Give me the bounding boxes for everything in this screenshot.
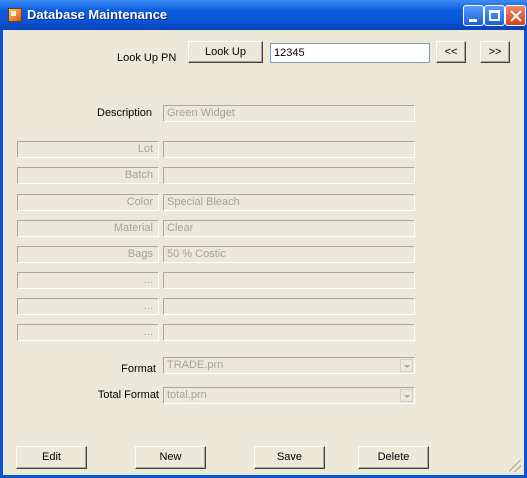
window-title: Database Maintenance xyxy=(27,7,168,22)
delete-button-label: Delete xyxy=(377,451,410,463)
save-button[interactable]: Save xyxy=(254,446,325,469)
delete-button[interactable]: Delete xyxy=(358,446,429,469)
color-field[interactable]: Special Bleach xyxy=(163,194,415,211)
lookup-pn-input[interactable]: 12345 xyxy=(270,43,430,63)
lookup-pn-label: Look Up PN xyxy=(117,52,177,64)
attribute-label-box: Material xyxy=(17,220,159,237)
bags-field[interactable]: 50 % Costic xyxy=(163,246,415,263)
format-label: Format xyxy=(121,363,156,375)
lookup-button[interactable]: Look Up xyxy=(188,41,263,63)
attribute-label-box: ... xyxy=(17,272,159,289)
total-format-dropdown[interactable]: total.prn xyxy=(163,387,415,404)
total-format-label: Total Format xyxy=(97,389,159,401)
attribute-label-box: Lot xyxy=(17,141,159,158)
save-button-label: Save xyxy=(276,451,303,463)
attribute-label-box: Bags xyxy=(17,246,159,263)
attribute-label-box: Batch xyxy=(17,167,159,184)
format-dropdown[interactable]: TRADE.prn xyxy=(163,357,415,374)
lot-field[interactable] xyxy=(163,141,415,158)
chevron-down-icon[interactable] xyxy=(400,359,413,372)
batch-field[interactable] xyxy=(163,167,415,184)
lookup-button-label: Look Up xyxy=(205,46,246,58)
next-record-button[interactable]: >> xyxy=(480,41,510,63)
format-value: TRADE.prn xyxy=(167,359,224,371)
edit-button-label: Edit xyxy=(42,451,61,463)
chevron-down-icon[interactable] xyxy=(400,389,413,402)
title-bar[interactable]: Database Maintenance xyxy=(0,0,527,30)
attribute-label-box: ... xyxy=(17,324,159,341)
attribute-label-box: ... xyxy=(17,298,159,315)
attribute-label-box: Color xyxy=(17,194,159,211)
window: Database Maintenance Look Up PN Look Up … xyxy=(0,0,527,478)
extra-field-1[interactable] xyxy=(163,272,415,289)
resize-grip-icon[interactable] xyxy=(509,460,521,472)
database-app-icon xyxy=(8,8,22,22)
previous-record-label: << xyxy=(444,46,458,58)
previous-record-button[interactable]: << xyxy=(436,41,466,63)
minimize-icon[interactable] xyxy=(463,5,484,26)
close-icon[interactable] xyxy=(505,5,526,26)
description-field[interactable]: Green Widget xyxy=(163,105,415,122)
next-record-label: >> xyxy=(488,46,502,58)
form-client-area: Look Up PN Look Up 12345 << >> Descripti… xyxy=(3,30,524,475)
extra-field-3[interactable] xyxy=(163,324,415,341)
total-format-value: total.prn xyxy=(167,389,207,401)
edit-button[interactable]: Edit xyxy=(16,446,87,469)
description-label: Description xyxy=(97,107,153,119)
extra-field-2[interactable] xyxy=(163,298,415,315)
material-field[interactable]: Clear xyxy=(163,220,415,237)
new-button-label: New xyxy=(159,451,182,463)
maximize-icon[interactable] xyxy=(484,5,505,26)
new-button[interactable]: New xyxy=(135,446,206,469)
